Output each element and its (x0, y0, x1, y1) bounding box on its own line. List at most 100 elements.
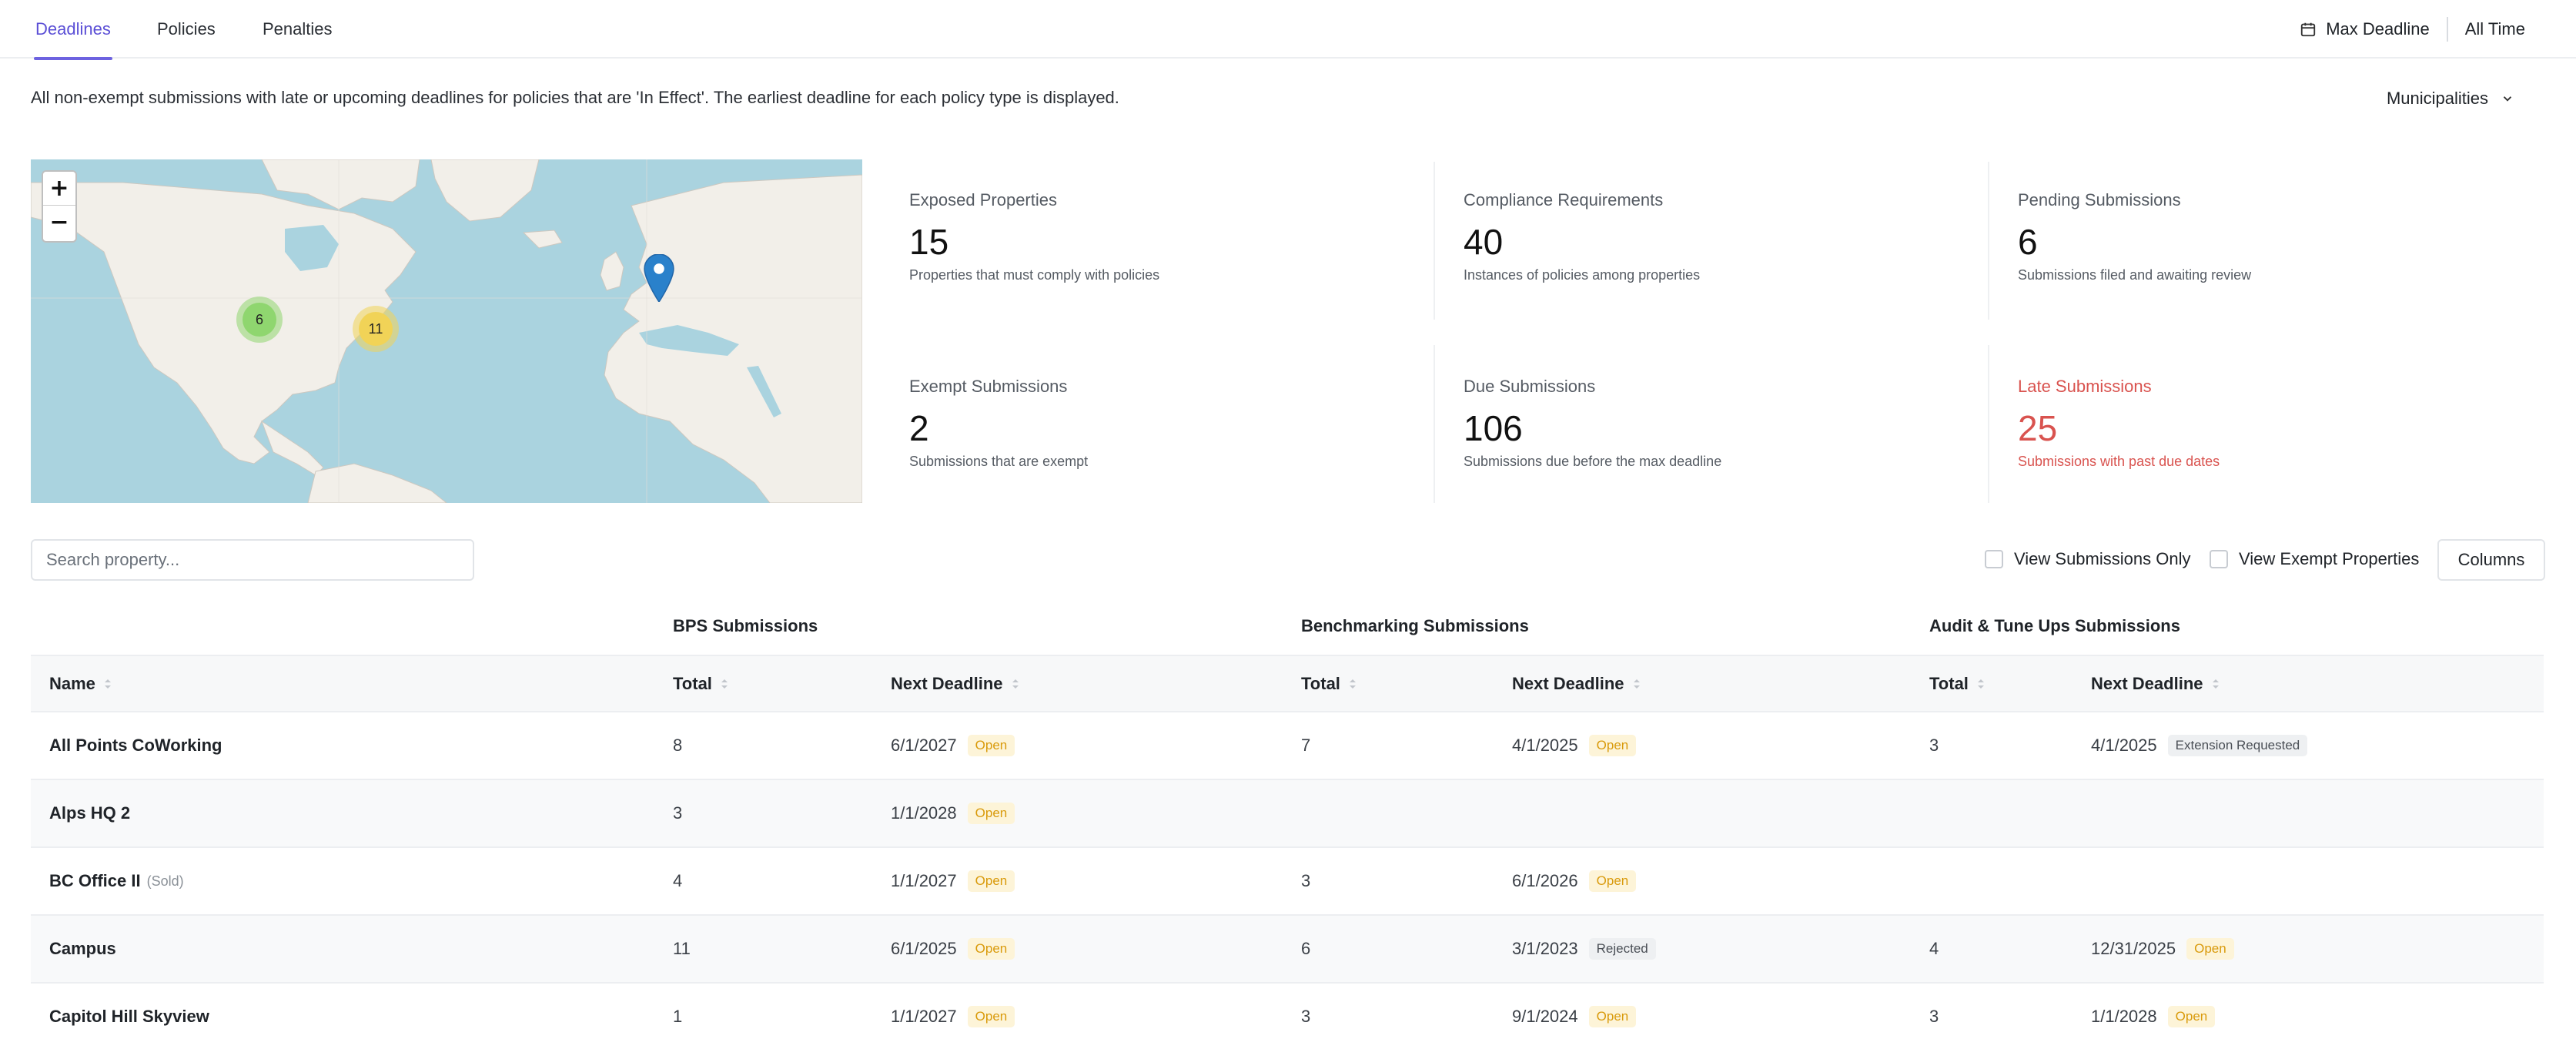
bench-next-deadline: 4/1/2025 Open (1512, 712, 1637, 779)
deadline-date: 6/1/2026 (1512, 871, 1578, 890)
table-row[interactable]: Alps HQ 2 3 1/1/2028 Open (31, 780, 2544, 848)
table-row[interactable]: Capitol Hill Skyview 1 1/1/2027 Open 3 9/… (31, 984, 2544, 1049)
tab-deadlines[interactable]: Deadlines (34, 0, 112, 60)
property-name[interactable]: Capitol Hill Skyview (49, 984, 209, 1049)
checkbox-label: View Exempt Properties (2239, 549, 2420, 568)
zoom-control: + − (42, 170, 77, 243)
column-header-audit-total[interactable]: Total (1929, 656, 1986, 711)
stat-exposed-properties: Exposed Properties 15 Properties that mu… (909, 159, 1433, 344)
stat-value: 106 (1464, 408, 1523, 448)
status-badge: Open (2186, 938, 2234, 960)
stat-value: 15 (909, 222, 949, 262)
column-header-bps-total[interactable]: Total (673, 656, 729, 711)
column-header-bench-next-deadline[interactable]: Next Deadline (1512, 656, 1641, 711)
tab-policies[interactable]: Policies (157, 0, 216, 59)
sort-icon (1349, 679, 1356, 689)
stat-label: Pending Submissions (2018, 190, 2181, 209)
checkbox-box[interactable] (1985, 550, 2003, 568)
stat-label: Exempt Submissions (909, 377, 1068, 396)
stat-description: Properties that must comply with policie… (909, 267, 1160, 283)
deadline-date: 1/1/2027 (891, 871, 957, 890)
status-badge: Open (967, 1006, 1015, 1027)
sort-icon (1977, 679, 1984, 689)
table-header: Name Total Next Deadline Total Next Dead… (31, 655, 2544, 712)
map-cluster-marker[interactable]: 11 (353, 306, 399, 352)
property-name[interactable]: Campus (49, 916, 116, 982)
property-name-text: BC Office II (49, 871, 141, 890)
municipalities-dropdown[interactable]: Municipalities (2387, 89, 2514, 109)
group-header-bps: BPS Submissions (673, 616, 818, 635)
top-nav: Deadlines Policies Penalties Max Deadlin… (0, 0, 2576, 60)
bench-total: 3 (1301, 871, 1311, 890)
column-header-name[interactable]: Name (49, 656, 112, 711)
audit-total: 4 (1929, 939, 1939, 958)
view-exempt-properties-checkbox[interactable]: View Exempt Properties (2210, 549, 2419, 569)
column-title: Next Deadline (1512, 674, 1624, 693)
table-row[interactable]: Campus 11 6/1/2025 Open 6 3/1/2023 Rejecte… (31, 916, 2544, 984)
stat-description: Submissions that are exempt (909, 454, 1089, 469)
checkbox-box[interactable] (2210, 550, 2228, 568)
property-name[interactable]: Alps HQ 2 (49, 780, 130, 846)
cluster-count: 11 (359, 312, 393, 346)
columns-button[interactable]: Columns (2437, 539, 2545, 581)
max-deadline-button[interactable]: Max Deadline (2326, 19, 2430, 39)
deadline-date: 12/31/2025 (2091, 939, 2176, 958)
bench-next-deadline: 6/1/2026 Open (1512, 848, 1637, 914)
table-row[interactable]: All Points CoWorking 8 6/1/2027 Open 7 4/… (31, 712, 2544, 780)
stat-label: Compliance Requirements (1464, 190, 1664, 209)
stat-description: Instances of policies among properties (1464, 267, 1701, 283)
deadline-date: 3/1/2023 (1512, 939, 1578, 958)
bps-total: 1 (673, 1007, 683, 1026)
municipalities-label: Municipalities (2386, 89, 2488, 108)
stat-compliance-requirements: Compliance Requirements 40 Instances of … (1464, 159, 1987, 344)
divider (1434, 345, 1435, 503)
bps-next-deadline: 6/1/2027 Open (891, 712, 1015, 779)
property-name-text: All Points CoWorking (49, 736, 222, 755)
audit-total: 3 (1929, 736, 1939, 755)
stat-description: Submissions with past due dates (2018, 454, 2220, 469)
property-map[interactable]: + − 6 11 (31, 159, 862, 503)
bench-total: 3 (1301, 1007, 1311, 1026)
column-header-audit-next-deadline[interactable]: Next Deadline (2091, 656, 2220, 711)
cluster-count: 6 (243, 303, 276, 337)
status-badge: Open (1588, 735, 1637, 756)
stat-late-submissions: Late Submissions 25 Submissions with pas… (2018, 346, 2541, 531)
bps-total: 4 (673, 871, 683, 890)
stat-label: Exposed Properties (909, 190, 1057, 209)
column-header-bps-next-deadline[interactable]: Next Deadline (891, 656, 1020, 711)
zoom-in-button[interactable]: + (43, 172, 75, 206)
sort-icon (1012, 679, 1019, 689)
stat-description: Submissions due before the max deadline (1464, 454, 1722, 469)
property-name[interactable]: All Points CoWorking (49, 712, 222, 779)
column-title: Total (1301, 674, 1340, 693)
column-title: Next Deadline (2091, 674, 2203, 693)
stat-pending-submissions: Pending Submissions 6 Submissions filed … (2018, 159, 2541, 344)
audit-next-deadline: 12/31/2025 Open (2091, 916, 2234, 982)
deadline-date: 6/1/2025 (891, 939, 957, 958)
bps-next-deadline: 1/1/2027 Open (891, 848, 1015, 914)
map-pin-icon[interactable] (643, 254, 675, 302)
divider (1988, 162, 1989, 320)
column-header-bench-total[interactable]: Total (1301, 656, 1357, 711)
column-title: Next Deadline (891, 674, 1003, 693)
status-badge: Open (967, 870, 1015, 892)
all-time-button[interactable]: All Time (2465, 19, 2525, 39)
group-header-benchmarking: Benchmarking Submissions (1301, 616, 1529, 635)
property-name-text: Alps HQ 2 (49, 803, 131, 823)
zoom-out-button[interactable]: − (43, 206, 75, 240)
bps-total: 11 (673, 939, 691, 958)
sold-note: (Sold) (146, 873, 184, 889)
search-input[interactable] (31, 539, 474, 581)
divider (2446, 17, 2448, 42)
property-name-text: Capitol Hill Skyview (49, 1007, 209, 1026)
deadline-date: 9/1/2024 (1512, 1007, 1578, 1026)
map-cluster-marker[interactable]: 6 (236, 297, 283, 343)
bps-total: 8 (673, 736, 683, 755)
status-badge: Open (1588, 870, 1637, 892)
group-header-audit: Audit & Tune Ups Submissions (1929, 616, 2180, 635)
property-name[interactable]: BC Office II (Sold) (49, 848, 184, 914)
tab-penalties[interactable]: Penalties (263, 0, 333, 59)
view-submissions-only-checkbox[interactable]: View Submissions Only (1985, 549, 2190, 569)
calendar-icon (2301, 22, 2316, 37)
table-row[interactable]: BC Office II (Sold) 4 1/1/2027 Open 3 6/1/… (31, 848, 2544, 916)
